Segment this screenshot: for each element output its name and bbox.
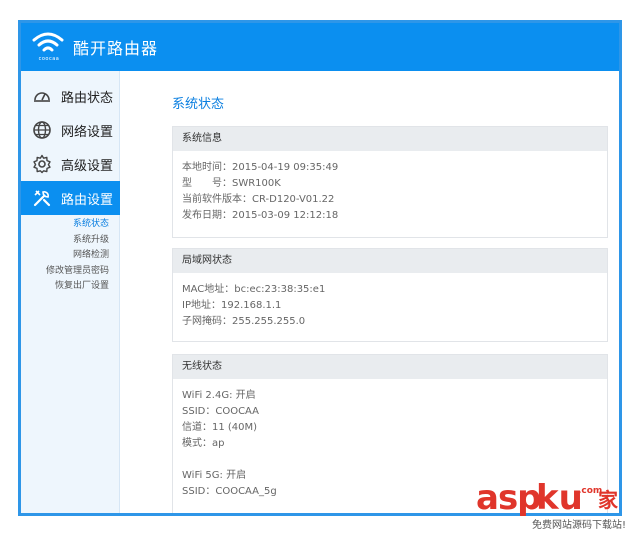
wifi-24g-channel: 信道：11 (40M): [182, 422, 258, 433]
sidebar-item-router-status[interactable]: 路由状态: [21, 79, 119, 113]
sidebar-item-advanced-settings[interactable]: 高级设置: [21, 147, 119, 181]
mac-address: MAC地址：bc:ec:23:38:35:e1: [182, 284, 326, 295]
gear-icon: [31, 153, 53, 175]
software-version: 当前软件版本：CR-D120-V01.22: [182, 194, 335, 205]
subnet-mask: 子网掩码：255.255.255.0: [182, 316, 306, 327]
watermark-ku: ku: [536, 478, 583, 518]
logo-text: coocaa: [38, 56, 60, 62]
card-title: 局域网状态: [173, 249, 607, 273]
subnav-factory-reset[interactable]: 恢复出厂设置: [21, 279, 119, 295]
local-time: 本地时间：2015-04-19 09:35:49: [182, 162, 339, 173]
subnav-network-check[interactable]: 网络检测: [21, 248, 119, 264]
subnav-system-status[interactable]: 系统状态: [21, 217, 119, 233]
sidebar-item-label: 路由状态: [61, 90, 114, 106]
lan-status-card: 局域网状态 MAC地址：bc:ec:23:38:35:e1 IP地址：192.1…: [172, 248, 608, 342]
subnav-change-admin-password[interactable]: 修改管理员密码: [21, 264, 119, 280]
sidebar-item-label: 网络设置: [61, 124, 114, 140]
app-title: 酷开路由器: [73, 39, 159, 58]
wifi-24g-state: WiFi 2.4G: 开启: [182, 390, 256, 401]
globe-icon: [31, 119, 53, 141]
main-content: 系统状态 系统信息 本地时间：2015-04-19 09:35:49 型 号：S…: [120, 71, 619, 513]
model: 型 号：SWR100K: [182, 178, 281, 189]
card-title: 系统信息: [173, 127, 607, 151]
header-bar: coocaa 酷开路由器: [21, 23, 619, 71]
page-title: 系统状态: [172, 97, 225, 112]
system-info-card: 系统信息 本地时间：2015-04-19 09:35:49 型 号：SWR100…: [172, 126, 608, 238]
sidebar-item-label: 路由设置: [61, 192, 114, 208]
release-date: 发布日期：2015-03-09 12:12:18: [182, 210, 339, 221]
wifi-24g-mode: 模式：ap: [182, 438, 225, 449]
ip-address: IP地址：192.168.1.1: [182, 300, 282, 311]
wifi-24g-ssid: SSID：COOCAA: [182, 406, 260, 417]
subnav-system-upgrade[interactable]: 系统升级: [21, 233, 119, 249]
tools-icon: [31, 187, 53, 209]
watermark-jia: 家: [598, 488, 618, 512]
card-title: 无线状态: [173, 355, 607, 379]
router-admin-window: coocaa 酷开路由器 路由状态 网络设置 高级设置 路由设置 系统状态 系统…: [18, 20, 622, 516]
watermark-asp: asp: [476, 478, 542, 518]
sidebar-item-router-settings[interactable]: 路由设置: [21, 181, 120, 215]
router-settings-subnav: 系统状态 系统升级 网络检测 修改管理员密码 恢复出厂设置: [21, 215, 119, 295]
sidebar: 路由状态 网络设置 高级设置 路由设置 系统状态 系统升级 网络检测 修改管理员…: [21, 71, 120, 513]
gauge-icon: [31, 85, 53, 107]
wifi-logo-icon: coocaa: [31, 30, 65, 64]
sidebar-item-network-settings[interactable]: 网络设置: [21, 113, 119, 147]
sidebar-item-label: 高级设置: [61, 158, 114, 174]
watermark-subtitle: 免费网站源码下载站!: [532, 520, 627, 531]
watermark-logo: asp ku .com 家 免费网站源码下载站!: [476, 478, 636, 531]
